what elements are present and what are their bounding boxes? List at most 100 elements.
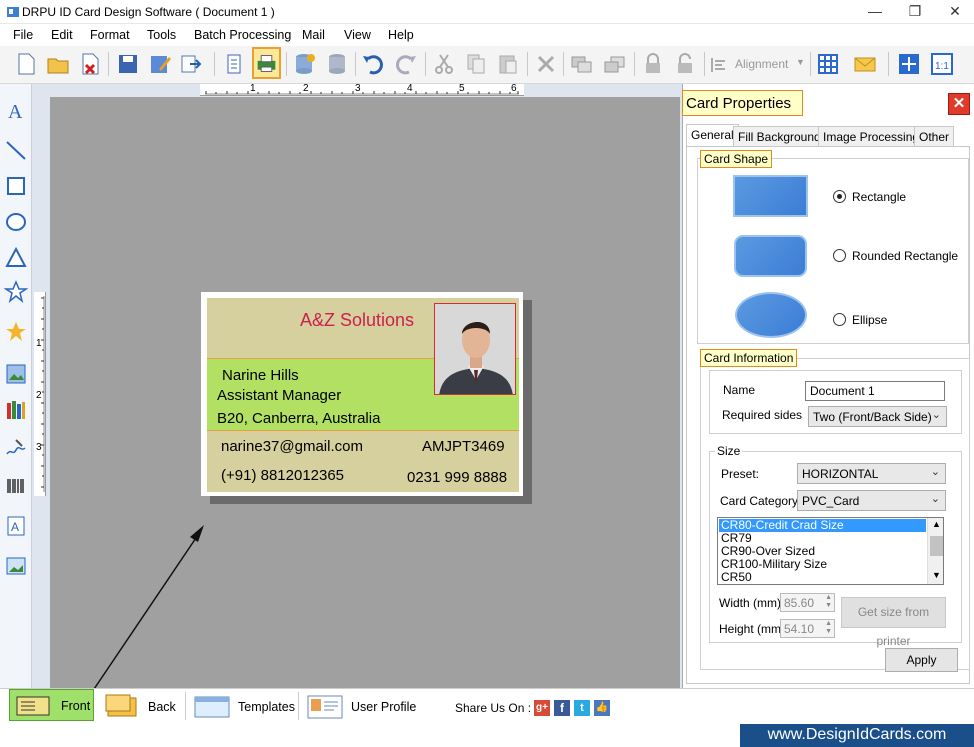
menu-file[interactable]: File xyxy=(13,28,33,42)
undo-icon[interactable] xyxy=(360,51,386,77)
save-as-icon[interactable] xyxy=(147,51,173,77)
chevron-down-icon: ▼ xyxy=(796,57,805,67)
width-spinner[interactable]: 85.60 ▲ ▼ xyxy=(780,593,835,612)
barcode-tool-icon[interactable] xyxy=(4,474,28,498)
actual-size-icon[interactable]: 1:1 xyxy=(929,51,955,77)
card-photo[interactable] xyxy=(434,303,516,395)
user-profile-button[interactable]: User Profile xyxy=(307,689,417,725)
list-scrollbar[interactable]: ▲ ▼ xyxy=(927,518,943,584)
scroll-up-icon[interactable]: ▲ xyxy=(932,519,941,529)
send-back-icon[interactable] xyxy=(602,51,628,77)
new-document-icon[interactable] xyxy=(13,51,39,77)
card-holder-title[interactable]: Assistant Manager xyxy=(217,387,341,404)
rounded-rectangle-radio[interactable] xyxy=(833,249,846,262)
unlock-icon[interactable] xyxy=(672,51,698,77)
signature-tool-icon[interactable] xyxy=(4,436,28,460)
required-sides-select[interactable]: Two (Front/Back Side) ⌄ xyxy=(808,406,947,427)
back-button[interactable]: Back xyxy=(105,689,185,725)
export-icon[interactable] xyxy=(178,51,204,77)
alignment-dropdown[interactable]: Alignment ▼ xyxy=(708,54,806,76)
spinner-arrows-icon[interactable]: ▲ ▼ xyxy=(825,594,832,610)
twitter-icon[interactable]: t xyxy=(574,700,590,716)
paste-icon[interactable] xyxy=(495,51,521,77)
menu-batch-processing[interactable]: Batch Processing xyxy=(194,28,291,42)
minimize-button[interactable]: — xyxy=(858,0,892,24)
scroll-down-icon[interactable]: ▼ xyxy=(932,570,941,580)
menu-view[interactable]: View xyxy=(344,28,371,42)
tab-image-processing[interactable]: Image Processing xyxy=(818,126,925,146)
card-holder-address[interactable]: B20, Canberra, Australia xyxy=(217,410,380,427)
like-icon[interactable]: 👍 xyxy=(594,700,610,716)
save-icon[interactable] xyxy=(115,51,141,77)
database-icon[interactable] xyxy=(324,51,350,77)
bring-front-icon[interactable] xyxy=(569,51,595,77)
ellipse-radio[interactable] xyxy=(833,313,846,326)
google-plus-icon[interactable]: g+ xyxy=(534,700,550,716)
menu-format[interactable]: Format xyxy=(90,28,130,42)
restore-button[interactable]: ❐ xyxy=(898,0,932,24)
lock-icon[interactable] xyxy=(640,51,666,77)
cut-icon[interactable] xyxy=(431,51,457,77)
close-window-button[interactable]: ✕ xyxy=(938,0,972,24)
printer-icon xyxy=(257,55,276,72)
copy-icon[interactable] xyxy=(463,51,489,77)
rectangle-shape-preview[interactable] xyxy=(733,175,808,217)
name-input[interactable]: Document 1 xyxy=(805,381,945,401)
tab-general[interactable]: General xyxy=(686,124,739,146)
card-information-label: Card Information xyxy=(700,349,798,367)
tab-other[interactable]: Other xyxy=(914,126,955,146)
card-id-number[interactable]: AMJPT3469 xyxy=(422,438,505,455)
image-tool-icon[interactable] xyxy=(4,362,28,386)
menu-mail[interactable]: Mail xyxy=(302,28,325,42)
spinner-arrows-icon[interactable]: ▲ ▼ xyxy=(825,620,832,636)
ruler-tick-label: 4 xyxy=(407,83,413,94)
apply-button[interactable]: Apply xyxy=(885,648,958,672)
facebook-icon[interactable]: f xyxy=(554,700,570,716)
picture-tool-icon[interactable] xyxy=(4,554,28,578)
panel-close-button[interactable]: ✕ xyxy=(948,93,970,115)
card-size-list[interactable]: CR80-Credit Crad Size CR79 CR90-Over Siz… xyxy=(717,517,944,585)
card-phone-mobile[interactable]: (+91) 8812012365 xyxy=(221,467,344,484)
database-import-icon[interactable] xyxy=(292,51,318,77)
symbol-tool-icon[interactable] xyxy=(4,320,28,344)
menu-tools[interactable]: Tools xyxy=(147,28,176,42)
tab-fill-background[interactable]: Fill Background xyxy=(733,126,826,146)
print-preview-icon[interactable] xyxy=(221,51,247,77)
rounded-rectangle-shape-preview[interactable] xyxy=(734,235,807,277)
list-item[interactable]: CR50 xyxy=(721,571,752,584)
ellipse-label: Ellipse xyxy=(852,313,888,327)
card-holder-name[interactable]: Narine Hills xyxy=(222,367,299,384)
menu-help[interactable]: Help xyxy=(388,28,414,42)
get-size-from-printer-button[interactable]: Get size from printer xyxy=(841,597,946,648)
card-category-label: Card Category xyxy=(720,494,799,508)
ellipse-tool-icon[interactable] xyxy=(4,210,28,234)
scroll-thumb[interactable] xyxy=(930,536,943,556)
preset-select[interactable]: HORIZONTAL ⌄ xyxy=(797,463,946,484)
card-company[interactable]: A&Z Solutions xyxy=(300,310,414,331)
card-category-select[interactable]: PVC_Card ⌄ xyxy=(797,490,946,511)
ellipse-shape-preview[interactable] xyxy=(735,292,807,338)
rectangle-tool-icon[interactable] xyxy=(4,174,28,198)
library-tool-icon[interactable] xyxy=(4,398,28,422)
watermark-tool-icon[interactable]: A xyxy=(4,514,28,538)
templates-button[interactable]: Templates xyxy=(194,689,298,725)
text-tool-icon[interactable]: A xyxy=(4,98,28,122)
redo-icon[interactable] xyxy=(393,51,419,77)
menu-edit[interactable]: Edit xyxy=(51,28,73,42)
card-phone-office[interactable]: 0231 999 8888 xyxy=(407,469,507,486)
height-spinner[interactable]: 54.10 ▲ ▼ xyxy=(780,619,835,638)
close-document-icon[interactable] xyxy=(77,51,103,77)
front-button[interactable]: Front xyxy=(9,689,94,721)
rectangle-radio[interactable] xyxy=(833,190,846,203)
mail-icon[interactable] xyxy=(852,51,878,77)
delete-icon[interactable] xyxy=(533,51,559,77)
open-folder-icon[interactable] xyxy=(45,51,71,77)
templates-label: Templates xyxy=(238,700,295,714)
fit-to-window-icon[interactable] xyxy=(896,51,922,77)
print-button[interactable] xyxy=(252,47,281,79)
grid-icon[interactable] xyxy=(815,51,841,77)
line-tool-icon[interactable] xyxy=(4,138,28,162)
card-email[interactable]: narine37@gmail.com xyxy=(221,438,363,455)
triangle-tool-icon[interactable] xyxy=(4,246,28,270)
star-tool-icon[interactable] xyxy=(4,280,28,304)
